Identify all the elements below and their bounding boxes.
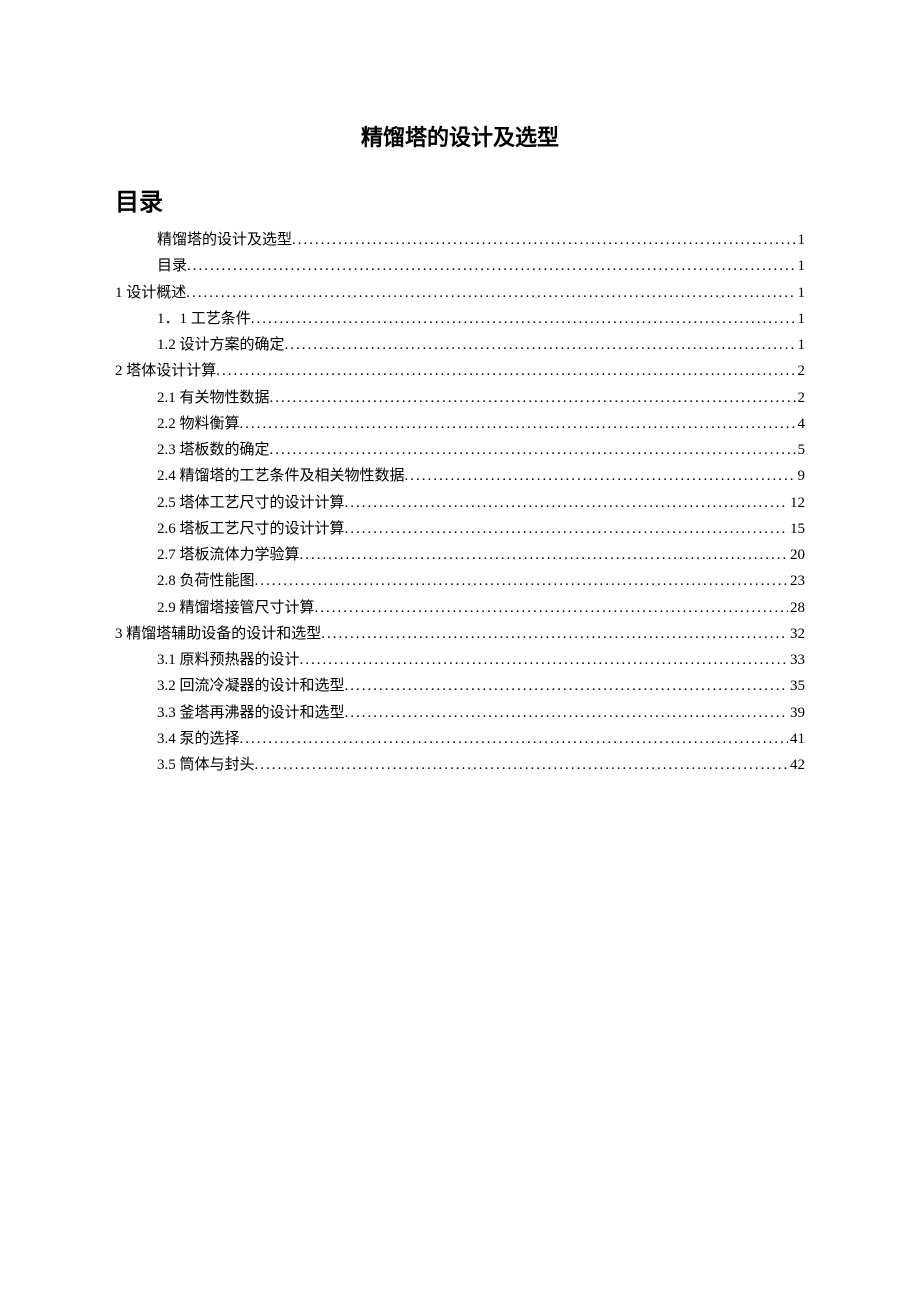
toc-entry-page: 12	[788, 490, 805, 516]
toc-entry-leader	[405, 463, 796, 489]
toc-entry: 精馏塔的设计及选型 1	[115, 227, 805, 253]
toc-entry-label: 3.4 泵的选择	[157, 726, 240, 752]
toc-entry-label: 2.3 塔板数的确定	[157, 437, 270, 463]
toc-entry-leader	[255, 568, 788, 594]
toc-entry-leader	[315, 595, 788, 621]
toc-entry-label: 2.1 有关物性数据	[157, 385, 270, 411]
toc-entry-label: 2.9 精馏塔接管尺寸计算	[157, 595, 315, 621]
toc-entry: 2.8 负荷性能图 23	[115, 568, 805, 594]
toc-entry: 2.7 塔板流体力学验算 20	[115, 542, 805, 568]
toc-entry: 1.2 设计方案的确定 1	[115, 332, 805, 358]
toc-entry-page: 15	[788, 516, 805, 542]
toc-entry-label: 2.5 塔体工艺尺寸的设计计算	[157, 490, 345, 516]
toc-entry-label: 2.8 负荷性能图	[157, 568, 255, 594]
toc-entry-label: 3.2 回流冷凝器的设计和选型	[157, 673, 345, 699]
toc-entry: 目录 1	[115, 253, 805, 279]
toc-entry-page: 35	[788, 673, 805, 699]
toc-entry: 3 精馏塔辅助设备的设计和选型 32	[115, 621, 805, 647]
toc-entry: 2.4 精馏塔的工艺条件及相关物性数据 9	[115, 463, 805, 489]
toc-entry-page: 2	[796, 385, 806, 411]
toc-entry-page: 1	[796, 306, 806, 332]
toc-entry: 2.1 有关物性数据 2	[115, 385, 805, 411]
toc-entry-page: 2	[796, 358, 806, 384]
toc-entry-label: 1 设计概述	[115, 280, 186, 306]
toc-entry-leader	[240, 726, 788, 752]
toc-entry-leader	[270, 385, 796, 411]
toc-entry: 3.5 筒体与封头 42	[115, 752, 805, 778]
toc-entry-label: 2.7 塔板流体力学验算	[157, 542, 300, 568]
toc-entry-label: 3 精馏塔辅助设备的设计和选型	[115, 621, 321, 647]
toc-entry-page: 1	[796, 280, 806, 306]
toc-entry: 2 塔体设计计算 2	[115, 358, 805, 384]
toc-entry-page: 33	[788, 647, 805, 673]
toc-entry-label: 2 塔体设计计算	[115, 358, 216, 384]
toc-entry: 2.6 塔板工艺尺寸的设计计算 15	[115, 516, 805, 542]
toc-entry-leader	[292, 227, 795, 253]
toc-entry-page: 4	[796, 411, 806, 437]
toc-entry-leader	[345, 516, 788, 542]
toc-entry-leader	[187, 253, 795, 279]
toc-entry-leader	[300, 647, 788, 673]
toc-entry-leader	[251, 306, 796, 332]
toc-entry: 2.5 塔体工艺尺寸的设计计算 12	[115, 490, 805, 516]
toc-entry-label: 3.3 釜塔再沸器的设计和选型	[157, 700, 345, 726]
toc-entry-label: 1.2 设计方案的确定	[157, 332, 285, 358]
toc-entry-page: 1	[796, 332, 806, 358]
toc-entry-leader	[345, 490, 788, 516]
toc-list: 精馏塔的设计及选型1目录11 设计概述11．1 工艺条件11.2 设计方案的确定…	[115, 227, 805, 778]
toc-entry-page: 5	[796, 437, 806, 463]
toc-entry-leader	[345, 673, 788, 699]
toc-entry-page: 39	[788, 700, 805, 726]
toc-entry-leader	[321, 621, 788, 647]
toc-entry-leader	[285, 332, 796, 358]
toc-entry-label: 1．1 工艺条件	[157, 306, 251, 332]
toc-entry-label: 2.4 精馏塔的工艺条件及相关物性数据	[157, 463, 405, 489]
toc-entry-page: 1	[796, 253, 806, 279]
toc-entry-page: 1	[796, 227, 806, 253]
toc-entry-leader	[345, 700, 788, 726]
toc-entry-page: 42	[788, 752, 805, 778]
toc-entry-leader	[270, 437, 796, 463]
toc-entry: 2.9 精馏塔接管尺寸计算 28	[115, 595, 805, 621]
toc-entry: 2.3 塔板数的确定 5	[115, 437, 805, 463]
toc-entry: 3.2 回流冷凝器的设计和选型 35	[115, 673, 805, 699]
toc-entry: 3.1 原料预热器的设计 33	[115, 647, 805, 673]
toc-entry-page: 41	[788, 726, 805, 752]
toc-entry-page: 20	[788, 542, 805, 568]
toc-entry: 3.4 泵的选择 41	[115, 726, 805, 752]
toc-entry: 3.3 釜塔再沸器的设计和选型 39	[115, 700, 805, 726]
toc-entry-page: 28	[788, 595, 805, 621]
toc-entry-leader	[255, 752, 788, 778]
toc-entry-leader	[186, 280, 795, 306]
toc-entry-label: 目录	[157, 253, 187, 279]
toc-entry-page: 23	[788, 568, 805, 594]
toc-entry-label: 3.5 筒体与封头	[157, 752, 255, 778]
toc-entry-leader	[300, 542, 788, 568]
toc-entry-label: 精馏塔的设计及选型	[157, 227, 292, 253]
toc-entry-label: 2.2 物料衡算	[157, 411, 240, 437]
toc-entry-page: 32	[788, 621, 805, 647]
toc-heading: 目录	[115, 182, 805, 217]
toc-entry-page: 9	[796, 463, 806, 489]
document-title: 精馏塔的设计及选型	[115, 120, 805, 152]
toc-entry: 2.2 物料衡算 4	[115, 411, 805, 437]
toc-entry: 1．1 工艺条件 1	[115, 306, 805, 332]
toc-entry-leader	[240, 411, 796, 437]
toc-entry: 1 设计概述 1	[115, 280, 805, 306]
toc-entry-leader	[216, 358, 795, 384]
toc-entry-label: 3.1 原料预热器的设计	[157, 647, 300, 673]
toc-entry-label: 2.6 塔板工艺尺寸的设计计算	[157, 516, 345, 542]
